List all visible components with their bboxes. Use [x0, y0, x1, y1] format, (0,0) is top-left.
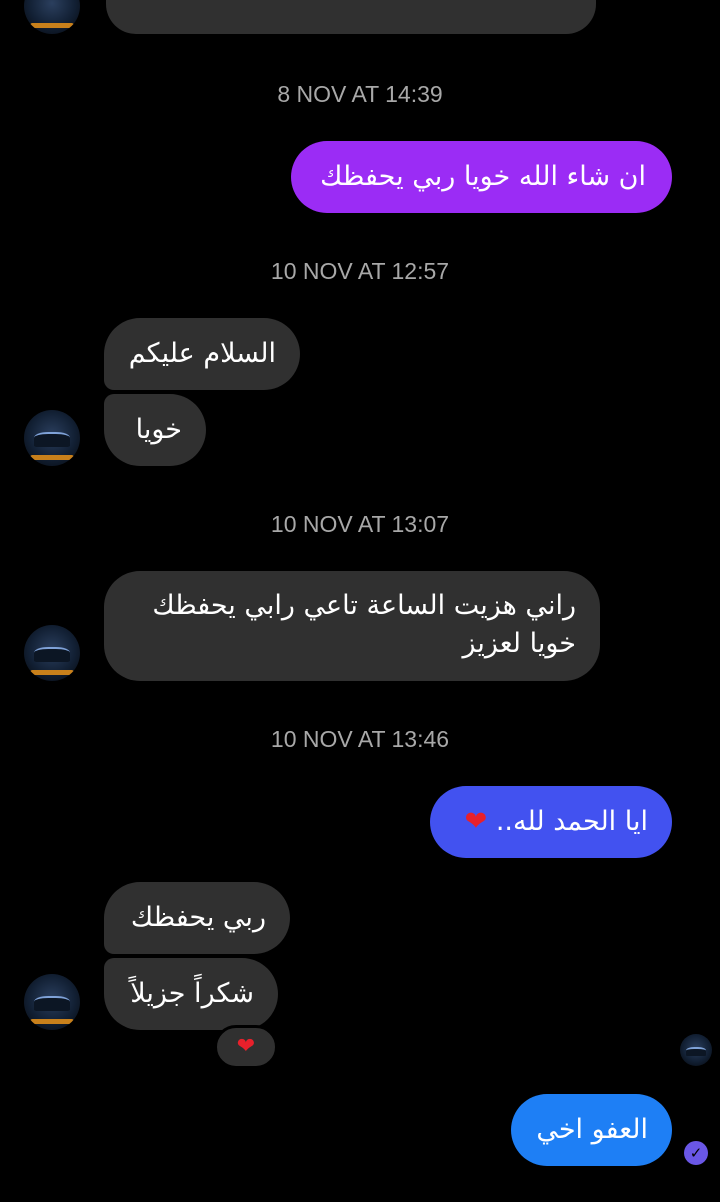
sent-message-bubble[interactable]: العفو اخي: [511, 1094, 672, 1166]
received-message-bubble[interactable]: خويا: [104, 394, 206, 466]
avatar-car-stripe: [29, 22, 75, 29]
contact-avatar-top[interactable]: [24, 0, 80, 34]
timestamp: 8 NOV AT 14:39: [277, 81, 443, 107]
contact-avatar[interactable]: [24, 625, 80, 681]
timestamp: 10 NOV AT 12:57: [270, 258, 450, 284]
message-text: شكراً جزيلاً: [130, 978, 254, 1009]
sent-message-bubble[interactable]: ان شاء الله خويا ربي يحفظك: [291, 141, 672, 213]
contact-avatar[interactable]: [24, 974, 80, 1030]
reaction-badge[interactable]: ❤: [214, 1025, 278, 1069]
avatar-car-shape: [34, 647, 70, 662]
avatar-car-stripe: [29, 454, 75, 461]
message-text: خويا: [135, 414, 182, 445]
received-message-bubble[interactable]: السلام عليكم: [104, 318, 300, 390]
contact-avatar[interactable]: [24, 410, 80, 466]
received-message-bubble[interactable]: راني هزيت الساعة تاعي رابي يحفظك خويا لع…: [104, 571, 600, 681]
avatar-car-stripe: [29, 669, 75, 676]
avatar-car-shape: [685, 1046, 707, 1056]
received-message-bubble[interactable]: شكراً جزيلاً: [104, 958, 278, 1030]
message-text-line: خويا لعزيز: [462, 628, 576, 659]
avatar-car-stripe: [29, 1018, 75, 1025]
message-text: ان شاء الله خويا ربي يحفظك: [320, 161, 646, 192]
received-message-bubble[interactable]: ربي يحفظك: [104, 882, 290, 954]
heart-icon: ❤: [464, 806, 488, 837]
delivered-check-icon: ✓: [684, 1141, 708, 1165]
check-glyph: ✓: [689, 1144, 703, 1162]
timestamp: 10 NOV AT 13:07: [270, 511, 450, 537]
message-text: العفو اخي: [536, 1114, 648, 1145]
avatar-car-shape: [34, 432, 70, 447]
previous-message-bubble[interactable]: [106, 0, 596, 34]
message-text-line: راني هزيت الساعة تاعي رابي يحفظك: [152, 590, 576, 621]
timestamp: 10 NOV AT 13:46: [270, 726, 450, 752]
heart-icon: ❤: [236, 1034, 256, 1059]
avatar-car-shape: [34, 996, 70, 1011]
message-text: ايا الحمد لله..: [495, 806, 648, 837]
message-text: السلام عليكم: [128, 338, 276, 369]
sent-message-bubble[interactable]: ايا الحمد لله.. ❤: [430, 786, 672, 858]
seen-avatar: [680, 1034, 712, 1066]
message-text: ربي يحفظك: [130, 902, 266, 933]
